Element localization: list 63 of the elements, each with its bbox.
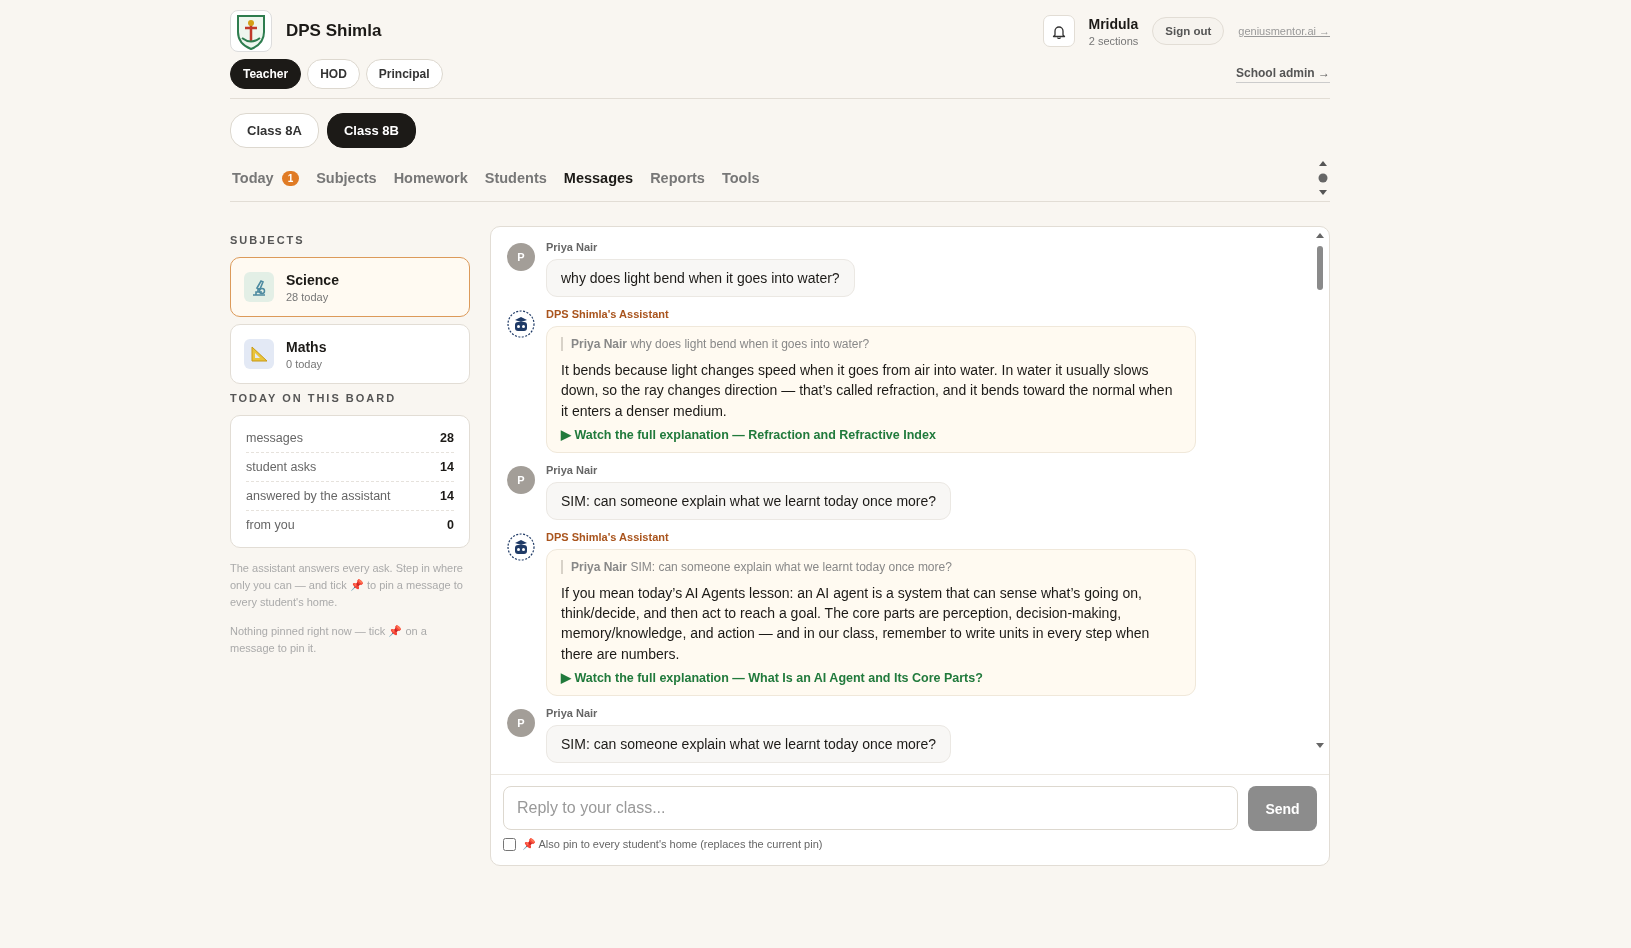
class-tab[interactable]: Class 8A [230, 113, 319, 148]
stat-label: student asks [246, 460, 317, 474]
stat-label: from you [246, 518, 295, 532]
quoted-message: Priya Nair SIM: can someone explain what we learnt today once more? [561, 559, 1181, 574]
subject-count: 28 today [286, 290, 330, 303]
quoted-message: Priya Nair why does light bend when it goes into water? [561, 337, 1181, 351]
user-detail: 2 sections [1088, 34, 1139, 47]
stat-label: answered by the assistant [246, 489, 391, 503]
scrollbar [1318, 160, 1328, 196]
pin-checkbox[interactable] [503, 838, 516, 851]
robot-avatar-icon [507, 532, 535, 561]
stat-label: messages [246, 431, 303, 445]
avatar: P [507, 465, 535, 494]
subject-name: Science [286, 271, 339, 288]
author-name: DPS Shimla's Assistant [546, 308, 670, 320]
nav-tab[interactable]: Tools [719, 164, 769, 192]
class-tab[interactable]: Class 8B [326, 113, 416, 148]
video-link[interactable]: ▶ Watch the full explanation — Refraction and Refractive Index [561, 426, 1181, 442]
stat-value: 28 [440, 431, 454, 445]
author-name: Priya Nair [546, 463, 599, 476]
bell-icon [1051, 23, 1066, 39]
reply-field[interactable]: Reply to your class... [503, 786, 1238, 830]
set-square-icon [244, 339, 274, 369]
school-admin-link[interactable]: School admin → [1236, 65, 1330, 83]
subject-card[interactable]: Science 28 today [230, 257, 470, 317]
nav-tab[interactable]: Students [482, 164, 556, 192]
help-text: The assistant answers every ask. Step in where only you can — and tick 📌 to pin a message to every student's home. [230, 561, 464, 611]
subject-card[interactable]: Maths 0 today [230, 324, 470, 384]
author-name: Priya Nair [546, 241, 599, 253]
stat-value: 14 [440, 460, 454, 474]
section-heading: TODAY ON THIS BOARD [230, 392, 398, 404]
avatar: P [507, 243, 535, 271]
count-badge: 1 [281, 170, 300, 186]
nav-tab[interactable]: Homework [391, 164, 477, 192]
sign-out-button[interactable]: Sign out [1152, 17, 1225, 45]
video-link[interactable]: ▶ Watch the full explanation — What Is an AI Agent and Its Core Parts? [561, 670, 1181, 686]
role-tab[interactable]: HOD [307, 59, 360, 89]
checkbox-label: 📌 Also pin to every student's home (replaces the current pin) [522, 838, 823, 851]
message-bubble: SIM: can someone explain what we learnt today once more? [546, 481, 952, 520]
robot-avatar-icon [507, 310, 535, 338]
microscope-icon [244, 272, 274, 302]
help-text: Nothing pinned right now — tick 📌 on a message to pin it. [230, 624, 428, 657]
section-heading: SUBJECTS [230, 234, 306, 246]
nav-tab[interactable]: Subjects [314, 164, 386, 192]
stat-value: 0 [447, 518, 454, 532]
role-tab[interactable]: Teacher [230, 59, 302, 89]
message-bubble: why does light bend when it goes into water? [546, 259, 855, 297]
nav-tab[interactable]: Messages [561, 164, 643, 192]
author-name: Priya Nair [546, 707, 599, 720]
message-bubble: SIM: can someone explain what we learnt today once more? [546, 725, 952, 764]
subject-name: Maths [286, 338, 327, 355]
stat-value: 14 [440, 489, 454, 503]
notifications-button[interactable] [1042, 15, 1075, 47]
user-name: Mridula [1088, 15, 1139, 32]
nav-tab[interactable]: Today 1 [230, 164, 309, 192]
author-name: DPS Shimla's Assistant [546, 530, 670, 543]
school-name: DPS Shimla [286, 21, 382, 41]
role-tab[interactable]: Principal [365, 59, 443, 89]
answer-text: It bends because light changes speed when it goes from air into water. In water it usually slows down, so the ray changes direction — that’s called refraction, and it bends toward the normal when it enters a denser medium. [561, 361, 1174, 421]
nav-tab[interactable]: Reports [648, 164, 714, 192]
subject-count: 0 today [286, 357, 324, 370]
avatar: P [507, 709, 535, 738]
answer-text: If you mean today’s AI Agents lesson: an AI agent is a system that can sense what’s going on, think/decide, and then act to reach a goal. The core parts are perception, decision-making, memory/knowledge, and action — and in our class, remember to write units in every step when there are numbers. [561, 583, 1151, 664]
